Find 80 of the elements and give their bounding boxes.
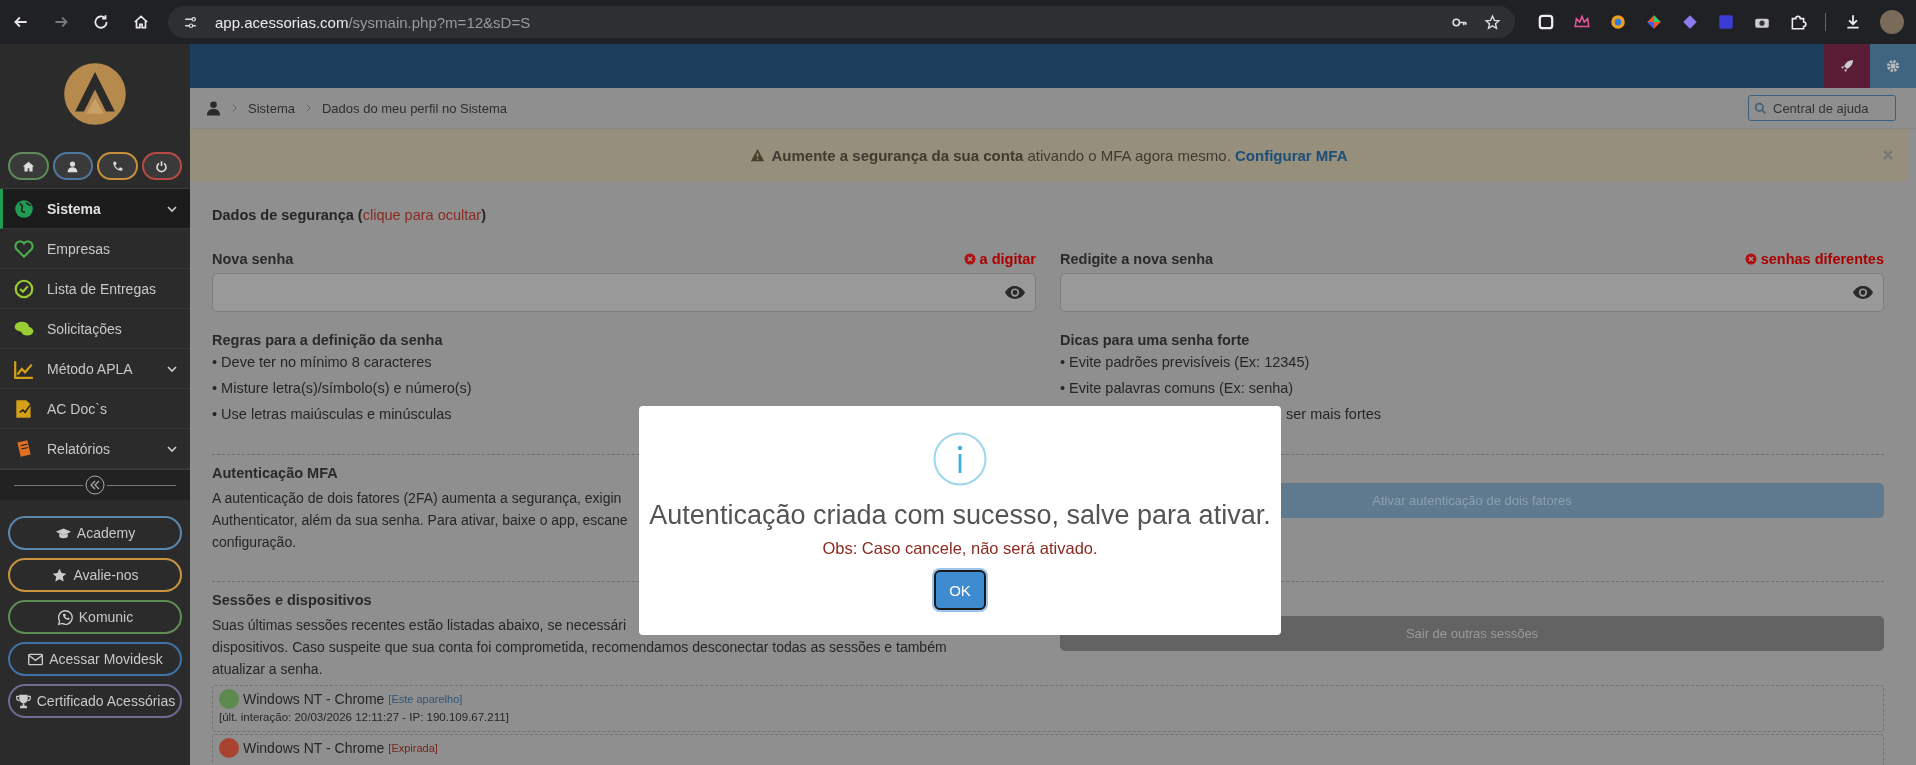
quick-action-button[interactable] bbox=[8, 152, 49, 180]
puzzle-icon[interactable] bbox=[1789, 13, 1807, 31]
rule-text: • Evite palavras comuns (Ex: senha) bbox=[1060, 380, 1294, 396]
section-heading: Dados de segurança (clique para ocultar) bbox=[212, 207, 488, 223]
chevron-right-icon bbox=[304, 103, 312, 113]
eye-icon[interactable] bbox=[1852, 285, 1874, 300]
chevron-right-icon bbox=[231, 103, 238, 113]
extension-circle-icon[interactable] bbox=[1609, 13, 1627, 31]
description-text: atualizar a senha. bbox=[212, 661, 323, 677]
address-bar[interactable]: app.acessorias.com/sysmain.php?m=12&sD=S bbox=[168, 6, 1515, 38]
quick-action-button[interactable] bbox=[97, 152, 138, 180]
device-name: Windows NT - Chrome bbox=[243, 740, 385, 756]
help-search-field[interactable]: Central de ajuda bbox=[1748, 95, 1896, 121]
sidebar-link-button[interactable]: Acessar Movidesk bbox=[8, 642, 182, 676]
field-label: Redigite a nova senha bbox=[1060, 251, 1214, 267]
info-icon bbox=[933, 432, 987, 486]
rule-text: • Use letras maiúsculas e minúsculas bbox=[212, 406, 452, 422]
description-text: dispositivos. Caso suspeite que sua conta foi comprometida, recomendamos desconectar todas as sessões e também bbox=[212, 639, 947, 655]
chat-phone-icon bbox=[56, 608, 74, 626]
power-icon bbox=[155, 159, 169, 173]
settings-button[interactable] bbox=[1870, 44, 1916, 88]
dialog-note: Obs: Caso cancele, não será ativado. bbox=[822, 539, 1098, 558]
description-text: A autenticação de dois fatores (2FA) aumenta a segurança, exigin bbox=[212, 490, 622, 506]
session-tag: [Expirada] bbox=[388, 742, 438, 754]
rule-text: • Misture letra(s)/símbolo(s) e número(s) bbox=[212, 380, 472, 396]
breadcrumb-link[interactable]: Dados do meu perfil no Sistema bbox=[321, 100, 507, 116]
ok-button[interactable]: OK bbox=[934, 570, 986, 610]
profile-avatar[interactable] bbox=[1880, 10, 1904, 34]
error-icon bbox=[963, 253, 976, 265]
collapse-sidebar-icon[interactable] bbox=[85, 475, 105, 495]
rule-text: • Evite padrões previsíveis (Ex: 12345) bbox=[1060, 354, 1310, 370]
check-icon bbox=[13, 277, 35, 300]
sidebar-link-button[interactable]: Certificado Acessórias bbox=[8, 684, 182, 718]
warning-icon bbox=[750, 147, 766, 163]
search-icon bbox=[1754, 102, 1767, 115]
sidebar-menu-item[interactable]: AC Doc`s bbox=[0, 389, 190, 429]
quick-action-button[interactable] bbox=[141, 152, 182, 180]
session-tag: [Este aparelho] bbox=[388, 693, 463, 705]
sidebar-menu-item[interactable]: Sistema bbox=[0, 189, 190, 229]
error-icon bbox=[1744, 253, 1757, 265]
home-icon[interactable] bbox=[132, 13, 150, 31]
url-text: app.acessorias.com/sysmain.php?m=12&sD=S bbox=[215, 13, 531, 31]
sidebar-link-button[interactable]: Academy bbox=[8, 516, 182, 550]
subsection-heading: Autenticação MFA bbox=[212, 465, 338, 481]
rule-text: ser mais fortes bbox=[1286, 406, 1382, 422]
rule-text: • Deve ter no mínimo 8 caracteres bbox=[212, 354, 432, 370]
globe-icon bbox=[13, 197, 35, 220]
user-icon bbox=[206, 100, 221, 116]
device-name: Windows NT - Chrome bbox=[243, 691, 385, 707]
home-icon bbox=[21, 159, 35, 173]
session-detail: [últ. interação: 20/03/2026 12:11:27 - IP: 190.109.67.211] bbox=[219, 711, 510, 723]
subsection-heading: Regras para a definição da senha bbox=[212, 332, 443, 348]
download-icon[interactable] bbox=[1844, 13, 1862, 31]
validation-status: senhas diferentes bbox=[1744, 251, 1884, 267]
field-label: Nova senha bbox=[212, 251, 294, 267]
reload-icon[interactable] bbox=[92, 13, 110, 31]
star-icon[interactable] bbox=[1484, 13, 1501, 31]
password-field[interactable] bbox=[1060, 273, 1884, 312]
eye-icon[interactable] bbox=[1004, 285, 1026, 300]
rocket-icon bbox=[1839, 58, 1855, 74]
subsection-heading: Dicas para uma senha forte bbox=[1060, 332, 1250, 348]
validation-status: a digitar bbox=[963, 251, 1036, 267]
sidebar-link-button[interactable]: Komunic bbox=[8, 600, 182, 634]
description-text: Authenticator, além da sua senha. Para ativar, baixe o app, escane bbox=[212, 512, 628, 528]
logo-icon bbox=[62, 61, 128, 127]
password-field[interactable] bbox=[212, 273, 1036, 312]
sidebar-link-button[interactable]: Avalie-nos bbox=[8, 558, 182, 592]
breadcrumb-link[interactable]: Sistema bbox=[248, 100, 295, 116]
description-text: Suas últimas sessões recentes estão listadas abaixo, se necessári bbox=[212, 617, 626, 633]
color-wheel-icon[interactable] bbox=[1645, 13, 1663, 31]
settings-icon bbox=[1885, 58, 1901, 74]
trophy-icon bbox=[14, 692, 32, 710]
user-icon bbox=[66, 159, 80, 173]
extension-diamond-icon[interactable] bbox=[1681, 13, 1699, 31]
quick-action-button[interactable] bbox=[52, 152, 93, 180]
extension-square-icon[interactable] bbox=[1537, 13, 1555, 31]
banner-message: Aumente a segurança da sua conta ativando o MFA agora mesmo. Configurar MFA bbox=[771, 146, 1348, 164]
rocket-button[interactable] bbox=[1824, 44, 1870, 88]
description-text: configuração. bbox=[212, 534, 297, 550]
subsection-heading: Sessões e dispositivos bbox=[212, 592, 372, 608]
